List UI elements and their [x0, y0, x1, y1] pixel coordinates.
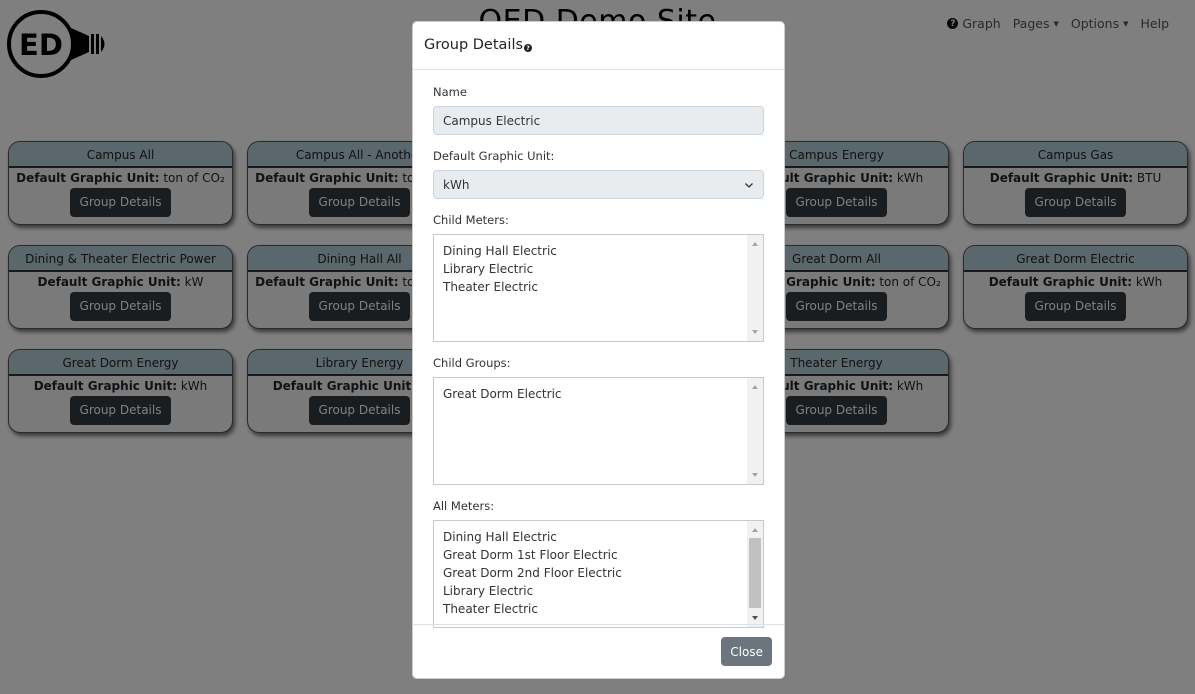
default-unit-value: kWh [443, 177, 470, 192]
scroll-up-arrow-icon[interactable] [747, 380, 763, 394]
child-meters-label: Child Meters: [433, 213, 509, 227]
child-meter-option[interactable]: Dining Hall Electric [443, 242, 754, 260]
all-meters-label: All Meters: [433, 499, 495, 513]
scrollbar-thumb[interactable] [749, 538, 761, 608]
default-unit-label: Default Graphic Unit: [433, 149, 555, 163]
modal-footer: Close [413, 624, 784, 678]
child-meter-option[interactable]: Library Electric [443, 260, 754, 278]
close-button[interactable]: Close [721, 637, 772, 666]
modal-header: Group Details ? [413, 22, 784, 70]
chevron-down-icon [745, 182, 753, 188]
scroll-down-arrow-icon[interactable] [747, 325, 763, 339]
scroll-up-arrow-icon[interactable] [747, 523, 763, 537]
default-unit-select[interactable]: kWh [433, 170, 764, 199]
group-details-modal: Group Details ? Name Default Graphic Uni… [412, 21, 785, 679]
question-circle-icon[interactable]: ? [524, 44, 533, 52]
meter-option[interactable]: Theater Electric [443, 600, 754, 618]
child-groups-label: Child Groups: [433, 356, 511, 370]
child-groups-scrollbar[interactable] [747, 378, 763, 484]
all-meters-list[interactable]: Dining Hall Electric Great Dorm 1st Floor… [433, 520, 764, 628]
child-meters-scrollbar[interactable] [747, 235, 763, 341]
scroll-down-arrow-icon[interactable] [747, 468, 763, 482]
meter-option[interactable]: Great Dorm 1st Floor Electric [443, 546, 754, 564]
child-group-option[interactable]: Great Dorm Electric [443, 385, 754, 403]
scroll-down-arrow-icon[interactable] [747, 611, 763, 625]
name-label: Name [433, 85, 467, 99]
child-groups-list[interactable]: Great Dorm Electric [433, 377, 764, 485]
meter-option[interactable]: Great Dorm 2nd Floor Electric [443, 564, 754, 582]
meter-option[interactable]: Dining Hall Electric [443, 528, 754, 546]
child-meters-list[interactable]: Dining Hall Electric Library Electric Thea… [433, 234, 764, 342]
meter-option[interactable]: Library Electric [443, 582, 754, 600]
modal-body: Name Default Graphic Unit: kWh Child Met… [413, 85, 784, 628]
child-meter-option[interactable]: Theater Electric [443, 278, 754, 296]
name-input[interactable] [433, 106, 764, 135]
scroll-up-arrow-icon[interactable] [747, 237, 763, 251]
all-meters-scrollbar[interactable] [747, 521, 763, 627]
modal-title: Group Details [424, 37, 524, 53]
